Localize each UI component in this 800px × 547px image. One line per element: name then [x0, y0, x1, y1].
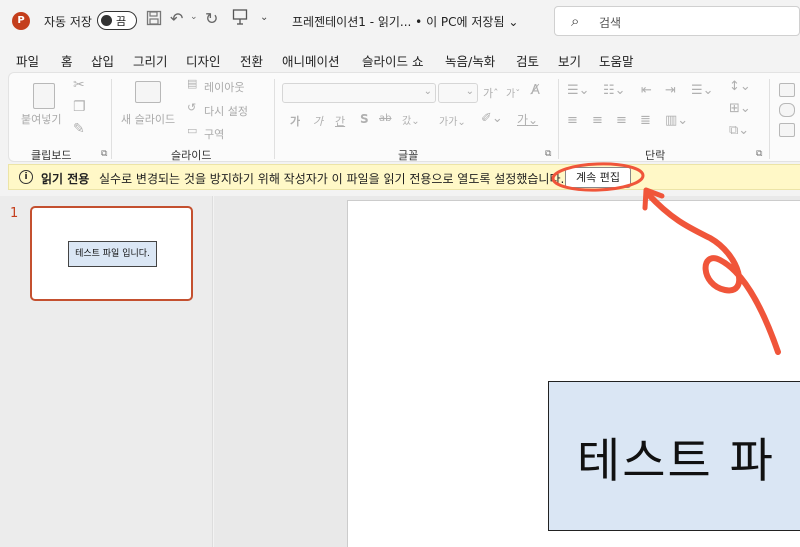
line-spacing-icon[interactable]: ☰⌄ — [691, 83, 714, 98]
shapes-icon[interactable] — [779, 83, 795, 97]
bold-icon[interactable]: 가 — [290, 113, 300, 129]
format-painter-icon[interactable]: ✎ — [73, 121, 85, 137]
decrease-indent-icon[interactable]: ⇤ — [641, 83, 652, 98]
reset-icon[interactable]: ↺ — [187, 101, 196, 114]
smartart-icon[interactable]: ⧉⌄ — [729, 123, 749, 138]
tab-slideshow[interactable]: 슬라이드 쇼 — [362, 51, 423, 70]
underline-icon[interactable]: 간 — [335, 113, 345, 129]
search-icon: ⌕ — [571, 12, 580, 30]
strikethrough-icon[interactable]: ab — [379, 113, 391, 124]
tab-insert[interactable]: 삽입 — [91, 51, 114, 70]
italic-icon[interactable]: 가 — [313, 113, 323, 129]
infobar-message: 실수로 변경되는 것을 방지하기 위해 작성자가 이 파일을 읽기 전용으로 열… — [99, 172, 565, 186]
redo-icon[interactable]: ↻ — [205, 9, 218, 28]
ribbon-tabs: 파일 홈 삽입 그리기 디자인 전환 애니메이션 슬라이드 쇼 녹음/녹화 검토… — [0, 46, 800, 75]
tab-home[interactable]: 홈 — [61, 51, 73, 75]
ribbon: 붙여넣기 ✂ ❐ ✎ 클립보드 ⧉ 새 슬라이드 ▤ 레이아웃 ↺ 다시 설정 … — [8, 72, 800, 162]
section-button[interactable]: 구역 — [204, 126, 224, 142]
align-right-icon[interactable]: ≡ — [616, 113, 627, 128]
reset-button[interactable]: 다시 설정 — [204, 103, 248, 119]
slide-editor: 테스트 파 — [214, 196, 800, 547]
bullets-icon[interactable]: ☰⌄ — [567, 83, 590, 98]
align-left-icon[interactable]: ≡ — [567, 113, 578, 128]
cut-icon[interactable]: ✂ — [73, 77, 85, 93]
shapes-icon[interactable] — [779, 103, 795, 117]
columns-icon[interactable]: ▥⌄ — [665, 113, 688, 128]
group-label-slides: 슬라이드 — [171, 149, 212, 162]
shapes-icon[interactable] — [779, 123, 795, 137]
justify-icon[interactable]: ≣ — [640, 113, 651, 128]
document-title[interactable]: 프레젠테이션1 - 읽기... • 이 PC에 저장됨 ⌄ — [292, 13, 518, 30]
group-label-paragraph: 단락 — [645, 149, 666, 162]
group-label-clipboard: 클립보드 — [31, 149, 72, 162]
autosave-state: 끔 — [116, 15, 127, 28]
powerpoint-logo-icon: P — [12, 12, 30, 30]
font-launcher-icon[interactable]: ⧉ — [545, 149, 551, 159]
present-icon[interactable] — [232, 8, 248, 30]
increase-indent-icon[interactable]: ⇥ — [665, 83, 676, 98]
slide-thumbnails-pane: 1 테스트 파일 입니다. — [0, 196, 213, 547]
chevron-down-icon: ⌄ — [423, 86, 432, 97]
tab-review[interactable]: 검토 — [516, 51, 539, 70]
toggle-knob — [101, 15, 112, 26]
text-direction-icon[interactable]: ↕⌄ — [729, 79, 751, 94]
slide-canvas[interactable]: 테스트 파 — [347, 200, 800, 547]
group-divider — [558, 79, 559, 159]
numbering-icon[interactable]: ☷⌄ — [603, 83, 626, 98]
font-color-icon[interactable]: 가⌄ — [517, 111, 538, 128]
font-family-select[interactable]: ⌄ — [282, 83, 436, 103]
search-placeholder: 검색 — [599, 16, 622, 30]
change-case-icon[interactable]: 가가⌄ — [439, 113, 466, 128]
chevron-down-icon: ⌄ — [465, 86, 474, 97]
new-slide-button[interactable]: 새 슬라이드 — [121, 111, 175, 127]
align-text-icon[interactable]: ⊞⌄ — [729, 101, 751, 116]
undo-icon[interactable]: ↶ — [170, 9, 183, 28]
font-size-select[interactable]: ⌄ — [438, 83, 478, 103]
tab-recording[interactable]: 녹음/녹화 — [445, 51, 495, 70]
group-divider — [769, 79, 770, 159]
read-only-infobar: i 읽기 전용 실수로 변경되는 것을 방지하기 위해 작성자가 이 파일을 읽… — [8, 164, 800, 190]
paste-icon[interactable] — [33, 83, 55, 109]
customize-toolbar-icon[interactable]: ⌄ — [260, 12, 268, 23]
highlight-icon[interactable]: ✐⌄ — [481, 111, 503, 126]
tab-animations[interactable]: 애니메이션 — [282, 51, 340, 70]
decrease-font-icon[interactable]: 가ˇ — [506, 85, 520, 100]
group-divider — [274, 79, 275, 159]
paragraph-launcher-icon[interactable]: ⧉ — [756, 149, 762, 159]
tab-transitions[interactable]: 전환 — [240, 51, 263, 70]
copy-icon[interactable]: ❐ — [73, 99, 86, 115]
title-bar: P 자동 저장 끔 ↶ ⌄ ↻ ⌄ 프레젠테이션1 - 읽기... • 이 PC… — [0, 0, 800, 42]
tab-design[interactable]: 디자인 — [186, 51, 221, 70]
align-center-icon[interactable]: ≡ — [592, 113, 603, 128]
info-icon: i — [19, 170, 33, 184]
autosave-label: 자동 저장 — [44, 15, 92, 29]
undo-dropdown-icon[interactable]: ⌄ — [190, 12, 198, 22]
slide-number: 1 — [10, 206, 19, 221]
infobar-title: 읽기 전용 — [41, 172, 90, 186]
clear-format-icon[interactable]: A̸ — [531, 83, 540, 98]
layout-icon[interactable]: ▤ — [187, 77, 197, 90]
slide-thumbnail[interactable]: 테스트 파일 입니다. — [30, 206, 193, 301]
tab-draw[interactable]: 그리기 — [133, 51, 168, 70]
edit-anyway-button[interactable]: 계속 편집 — [565, 167, 631, 188]
shadow-icon[interactable]: S — [360, 112, 369, 126]
clipboard-launcher-icon[interactable]: ⧉ — [101, 149, 107, 159]
autosave-toggle[interactable]: 끔 — [97, 11, 137, 30]
char-spacing-icon[interactable]: 갔⌄ — [402, 112, 420, 127]
section-icon[interactable]: ▭ — [187, 124, 197, 137]
save-icon[interactable] — [146, 10, 162, 30]
group-divider — [111, 79, 112, 159]
tab-help[interactable]: 도움말 — [599, 51, 634, 70]
search-input[interactable]: ⌕ 검색 — [554, 6, 800, 36]
group-label-font: 글꼴 — [398, 149, 419, 162]
paste-button[interactable]: 붙여넣기 — [21, 111, 61, 127]
tab-view[interactable]: 보기 — [558, 51, 581, 70]
new-slide-icon[interactable] — [135, 81, 161, 103]
tab-file[interactable]: 파일 — [16, 51, 39, 70]
slide-textbox[interactable]: 테스트 파 — [548, 381, 800, 531]
layout-button[interactable]: 레이아웃 — [204, 79, 244, 95]
slide-text: 테스트 파 — [577, 434, 775, 489]
increase-font-icon[interactable]: 가ˆ — [483, 85, 499, 101]
thumbnail-textbox: 테스트 파일 입니다. — [68, 241, 157, 267]
